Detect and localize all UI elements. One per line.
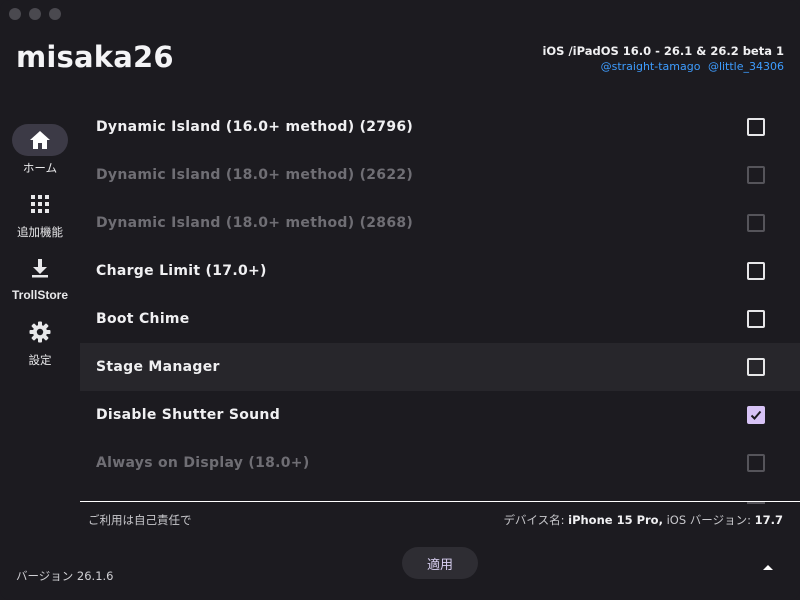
list-item: Always on Display (18.0+) [80, 439, 800, 487]
tweak-label: Dynamic Island (16.0+ method) (2796) [96, 119, 414, 135]
tweak-label: Disable Shutter Sound [96, 407, 281, 423]
grid-icon-container [12, 188, 68, 220]
home-icon-container [12, 124, 68, 156]
supported-os-range: iOS /iPadOS 16.0 - 26.1 & 26.2 beta 1 [542, 44, 784, 58]
window-controls [9, 8, 61, 20]
tweak-checkbox[interactable] [747, 406, 765, 424]
sidebar-item-settings[interactable]: 設定 [0, 316, 80, 368]
device-name: iPhone 15 Pro, [568, 513, 663, 527]
zoom-window-button[interactable] [49, 8, 61, 20]
tweak-checkbox [747, 454, 765, 472]
app-window: misaka26 iOS /iPadOS 16.0 - 26.1 & 26.2 … [0, 0, 800, 600]
list-item[interactable]: Stage Manager [80, 343, 800, 391]
apply-button[interactable]: 適用 [402, 547, 478, 579]
tweak-checkbox[interactable] [747, 310, 765, 328]
credit-link[interactable]: @straight-tamago [601, 60, 701, 73]
device-label: デバイス名: [503, 513, 569, 527]
app-title: misaka26 [16, 40, 174, 74]
app-version: バージョン 26.1.6 [16, 569, 114, 583]
checkmark-icon [750, 410, 762, 420]
sidebar-item-label: 設定 [28, 353, 52, 367]
list-item[interactable]: Disable Shutter Sound [80, 391, 800, 439]
list-divider [80, 501, 800, 502]
disclaimer-text: ご利用は自己責任で [88, 513, 192, 527]
download-icon-container [12, 252, 68, 284]
list-item[interactable]: Charge Limit (17.0+) [80, 247, 800, 295]
list-item: Dynamic Island (18.0+ method) (2868) [80, 199, 800, 247]
home-icon [30, 131, 50, 149]
tweak-checkbox[interactable] [747, 262, 765, 280]
sidebar-item-label: 追加機能 [17, 225, 63, 239]
next-checkbox-peek [747, 502, 765, 504]
gear-icon-container [12, 316, 68, 348]
ios-version-value: 17.7 [754, 513, 783, 527]
list-item[interactable]: Boot Chime [80, 295, 800, 343]
credit-link[interactable]: @little_34306 [708, 60, 784, 73]
tweak-label: Boot Chime [96, 311, 190, 327]
sidebar-item-extra-features[interactable]: 追加機能 [0, 188, 80, 240]
tweak-label: Always on Display (18.0+) [96, 455, 310, 471]
sidebar-item-trollstore[interactable]: TrollStore [0, 252, 80, 302]
tweak-label: Charge Limit (17.0+) [96, 263, 267, 279]
ios-version-label: iOS バージョン: [666, 513, 755, 527]
tweak-label: Stage Manager [96, 359, 220, 375]
list-item[interactable]: Dynamic Island (16.0+ method) (2796) [80, 103, 800, 151]
gear-icon [29, 321, 51, 343]
tweak-checkbox [747, 166, 765, 184]
grid-icon [31, 195, 49, 213]
tweak-label: Dynamic Island (18.0+ method) (2868) [96, 215, 414, 231]
credits: @straight-tamago @little_34306 [542, 60, 784, 73]
list-item: Dynamic Island (18.0+ method) (2622) [80, 151, 800, 199]
sidebar-item-label: TrollStore [11, 288, 68, 302]
tweak-checkbox[interactable] [747, 358, 765, 376]
sidebar-item-home[interactable]: ホーム [0, 124, 80, 176]
tweak-list[interactable]: Dynamic Island (16.0+ method) (2796) Dyn… [80, 103, 800, 499]
sidebar-item-label: ホーム [22, 161, 58, 175]
tweak-checkbox[interactable] [747, 118, 765, 136]
download-icon [32, 259, 48, 278]
tweak-label: Dynamic Island (18.0+ method) (2622) [96, 167, 414, 183]
scroll-up-icon[interactable] [762, 562, 774, 572]
tweak-checkbox [747, 214, 765, 232]
header-info: iOS /iPadOS 16.0 - 26.1 & 26.2 beta 1 @s… [542, 44, 784, 73]
device-info: デバイス名: iPhone 15 Pro, iOS バージョン: 17.7 [503, 512, 783, 528]
minimize-window-button[interactable] [29, 8, 41, 20]
close-window-button[interactable] [9, 8, 21, 20]
